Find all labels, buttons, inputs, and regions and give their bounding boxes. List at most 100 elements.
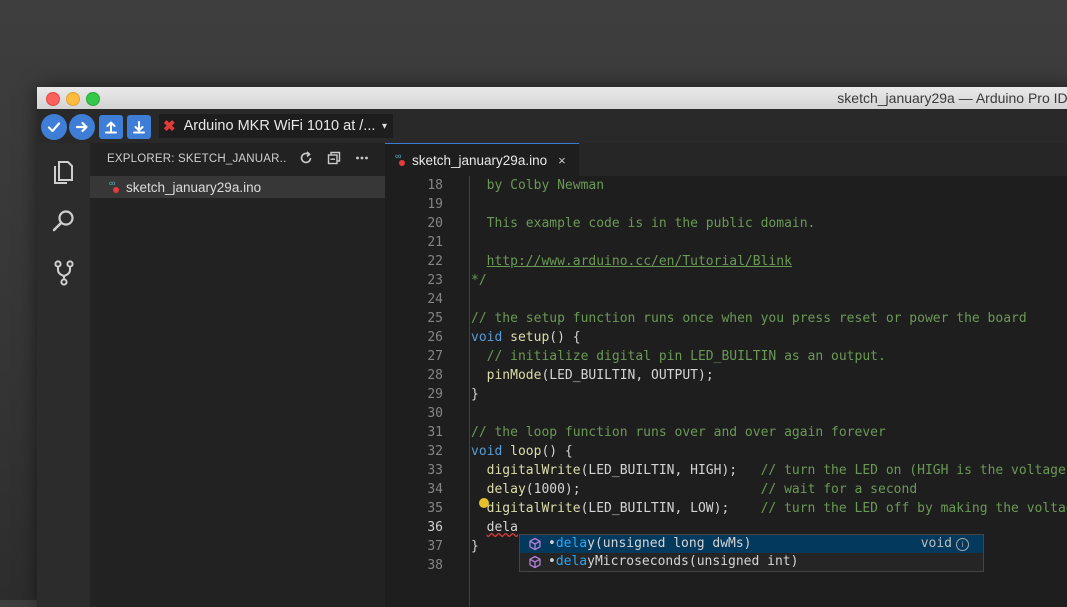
search-icon[interactable] — [50, 207, 78, 235]
arrow-down-icon — [133, 121, 145, 134]
code-text: void loop() { — [471, 444, 573, 459]
editor-area: ∞ sketch_january29a.ino × 18 by Colby Ne… — [385, 143, 1067, 607]
info-icon[interactable]: i — [956, 537, 969, 551]
line-number: 19 — [427, 197, 443, 212]
refresh-icon — [300, 151, 312, 164]
line-number: 24 — [427, 292, 443, 307]
close-icon[interactable]: × — [558, 153, 566, 168]
title-bar: sketch_january29a — Arduino Pro IDE — [37, 87, 1067, 110]
code-line[interactable]: 28 pinMode(LED_BUILTIN, OUTPUT); — [385, 366, 1067, 385]
method-cube-icon — [529, 555, 541, 569]
arduino-file-icon: ∞ — [109, 178, 125, 193]
source-control-icon[interactable] — [50, 259, 78, 287]
code-line[interactable]: 21 — [385, 233, 1067, 252]
explorer-header: EXPLORER: SKETCH_JANUAR... — [90, 143, 385, 175]
close-window-button[interactable] — [46, 92, 60, 106]
code-text: This example code is in the public domai… — [471, 216, 816, 231]
line-number: 31 — [427, 425, 443, 440]
refresh-button[interactable] — [297, 149, 315, 167]
line-number: 38 — [427, 558, 443, 573]
code-line[interactable]: 25 // the setup function runs once when y… — [385, 309, 1067, 328]
suggestion-return-type: void i — [921, 535, 969, 553]
line-number: 32 — [427, 444, 443, 459]
code-text: // the loop function runs over and over … — [471, 425, 886, 440]
line-number: 34 — [427, 482, 443, 497]
window-title: sketch_january29a — Arduino Pro IDE — [837, 90, 1067, 106]
tab-sketch-file[interactable]: ∞ sketch_january29a.ino × — [385, 143, 579, 176]
save-sketch-button[interactable] — [127, 115, 151, 139]
lightbulb-icon[interactable] — [479, 498, 489, 508]
file-tree-item[interactable]: ∞ sketch_january29a.ino — [90, 176, 385, 198]
tab-bar: ∞ sketch_january29a.ino × — [385, 143, 1067, 176]
upload-button[interactable] — [69, 114, 95, 140]
suggestion-item[interactable]: •delayMicroseconds(unsigned int) — [520, 553, 983, 571]
code-line[interactable]: 33 digitalWrite(LED_BUILTIN, HIGH); // t… — [385, 461, 1067, 480]
code-line[interactable]: 20 This example code is in the public do… — [385, 214, 1067, 233]
code-text: // the setup function runs once when you… — [471, 311, 1027, 326]
code-line[interactable]: 23 */ — [385, 271, 1067, 290]
suggestion-item[interactable]: •delay(unsigned long dwMs) void i — [520, 535, 983, 553]
toolbar: ✖ Arduino MKR WiFi 1010 at /... ▾ — [37, 109, 1067, 143]
file-name: sketch_january29a.ino — [126, 179, 262, 195]
code-text: } — [471, 387, 479, 402]
zoom-window-button[interactable] — [86, 92, 100, 106]
code-line[interactable]: 30 — [385, 404, 1067, 423]
line-number: 20 — [427, 216, 443, 231]
line-number: 27 — [427, 349, 443, 364]
code-text: digitalWrite(LED_BUILTIN, LOW); // turn … — [486, 501, 1067, 516]
code-line[interactable]: 26 void setup() { — [385, 328, 1067, 347]
code-text: } — [471, 539, 479, 554]
tab-label: sketch_january29a.ino — [412, 152, 548, 168]
code-line[interactable]: 22 http://www.arduino.cc/en/Tutorial/Bli… — [385, 252, 1067, 271]
line-number: 21 — [427, 235, 443, 250]
collapse-all-icon — [327, 151, 341, 165]
arrow-up-icon — [105, 121, 117, 134]
board-name: Arduino MKR WiFi 1010 at /... — [183, 118, 376, 134]
code-text: http://www.arduino.cc/en/Tutorial/Blink — [486, 254, 792, 269]
explorer-sidebar: EXPLORER: SKETCH_JANUAR... ∞ sketch_janu… — [90, 143, 385, 607]
line-number: 35 — [427, 501, 443, 516]
check-icon — [47, 122, 61, 133]
error-x-icon: ✖ — [163, 118, 176, 135]
code-text: */ — [471, 273, 487, 288]
code-text: digitalWrite(LED_BUILTIN, HIGH); // turn… — [486, 463, 1066, 478]
code-text: void setup() { — [471, 330, 581, 345]
code-text: dela — [486, 520, 518, 535]
code-text: by Colby Newman — [471, 178, 605, 193]
code-line[interactable]: 18 by Colby Newman — [385, 176, 1067, 195]
autocomplete-widget: •delay(unsigned long dwMs) void i •delayMic… — [519, 534, 984, 572]
code-line[interactable]: 27 // initialize digital pin LED_BUILTIN… — [385, 347, 1067, 366]
code-line[interactable]: 19 — [385, 195, 1067, 214]
suggestion-label: •delayMicroseconds(unsigned int) — [548, 554, 799, 569]
code-line[interactable]: 34 delay(1000); // wait for a second — [385, 480, 1067, 499]
ellipsis-icon — [356, 156, 368, 160]
code-text: pinMode(LED_BUILTIN, OUTPUT); — [486, 368, 714, 383]
minimize-window-button[interactable] — [66, 92, 80, 106]
code-line[interactable]: 29} — [385, 385, 1067, 404]
chevron-down-icon: ▾ — [381, 120, 387, 132]
line-number: 33 — [427, 463, 443, 478]
code-text: // initialize digital pin LED_BUILTIN as… — [486, 349, 886, 364]
line-number: 28 — [427, 368, 443, 383]
line-number: 29 — [427, 387, 443, 402]
line-number: 18 — [427, 178, 443, 193]
line-number: 22 — [427, 254, 443, 269]
more-actions-button[interactable] — [353, 149, 371, 167]
arduino-file-icon: ∞ — [395, 151, 411, 166]
line-number: 25 — [427, 311, 443, 326]
method-cube-icon — [529, 537, 541, 551]
line-number: 36 — [427, 520, 443, 535]
explorer-title: EXPLORER: SKETCH_JANUAR... — [107, 153, 287, 165]
code-line[interactable]: 31 // the loop function runs over and ove… — [385, 423, 1067, 442]
code-line[interactable]: 24 — [385, 290, 1067, 309]
code-text: delay(1000); // wait for a second — [486, 482, 918, 497]
verify-button[interactable] — [41, 114, 67, 140]
line-number: 37 — [427, 539, 443, 554]
code-line[interactable]: 32 void loop() { — [385, 442, 1067, 461]
open-sketch-button[interactable] — [99, 115, 123, 139]
files-icon[interactable] — [50, 157, 78, 185]
arrow-right-icon — [75, 121, 88, 133]
board-selector[interactable]: ✖ Arduino MKR WiFi 1010 at /... ▾ — [159, 114, 393, 138]
line-number: 30 — [427, 406, 443, 421]
collapse-all-button[interactable] — [325, 149, 343, 167]
